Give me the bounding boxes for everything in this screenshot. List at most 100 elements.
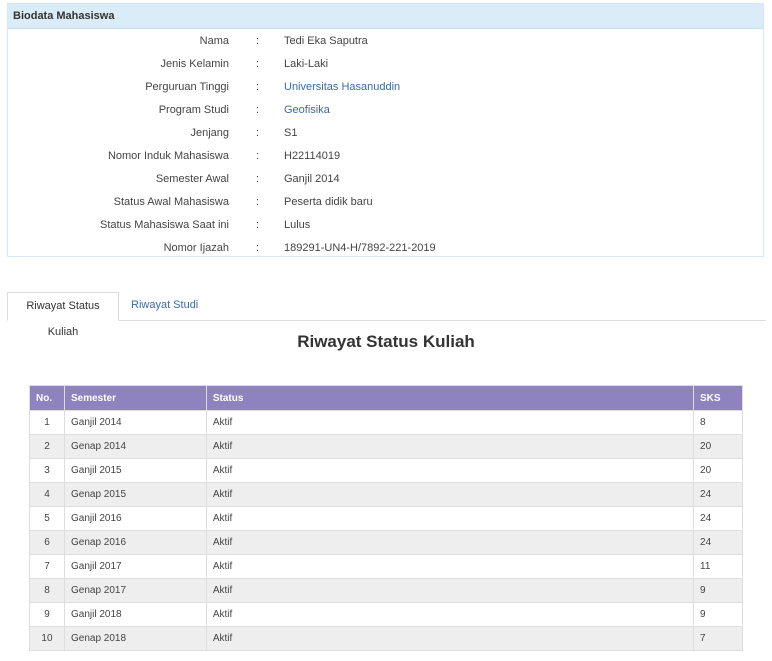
cell-semester: Ganjil 2017 — [63, 554, 207, 579]
biodata-label: Status Awal Mahasiswa — [113, 196, 229, 208]
header-no: No. — [29, 385, 65, 411]
biodata-panel: Biodata Mahasiswa Nama: Tedi Eka Saputra J… — [7, 3, 764, 257]
biodata-value: S1 — [284, 127, 298, 139]
cell-sks: 24 — [693, 482, 743, 507]
biodata-value: Laki-Laki — [284, 58, 329, 70]
cell-semester: Genap 2017 — [63, 578, 207, 603]
cell-status: Aktif — [205, 434, 695, 459]
table-row: 3 Ganjil 2015 Aktif 20 — [29, 458, 743, 483]
cell-sks: 7 — [693, 626, 743, 651]
table-row: 9 Ganjil 2018 Aktif 9 — [29, 602, 743, 627]
cell-status: Aktif — [205, 410, 695, 435]
biodata-label: Perguruan Tinggi — [145, 81, 229, 93]
biodata-label: Jenis Kelamin — [160, 58, 229, 70]
table-row: 7 Ganjil 2017 Aktif 11 — [29, 554, 743, 579]
biodata-row: Semester Awal: Ganjil 2014 — [8, 171, 763, 187]
cell-no: 9 — [29, 602, 65, 627]
biodata-row: Nomor Ijazah: 189291-UN4-H/7892-221-2019 — [8, 240, 763, 256]
biodata-value: H22114019 — [284, 150, 341, 162]
biodata-colon: : — [256, 242, 260, 254]
cell-semester: Ganjil 2018 — [63, 602, 207, 627]
cell-no: 5 — [29, 506, 65, 531]
biodata-row: Status Awal Mahasiswa: Peserta didik baru — [8, 194, 763, 210]
cell-no: 2 — [29, 434, 65, 459]
cell-semester: Ganjil 2016 — [63, 506, 207, 531]
biodata-value: Ganjil 2014 — [284, 173, 340, 185]
cell-no: 3 — [29, 458, 65, 483]
biodata-colon: : — [256, 58, 260, 70]
table-row: 5 Ganjil 2016 Aktif 24 — [29, 506, 743, 531]
cell-status: Aktif — [205, 554, 695, 579]
biodata-value: Lulus — [284, 219, 311, 231]
cell-no: 8 — [29, 578, 65, 603]
biodata-row: Program Studi: Geofisika — [8, 102, 763, 118]
biodata-row: Nomor Induk Mahasiswa: H22114019 — [8, 148, 763, 164]
biodata-label: Nomor Ijazah — [163, 242, 229, 254]
cell-sks: 24 — [693, 506, 743, 531]
biodata-label: Semester Awal — [155, 173, 229, 185]
table-body: 1 Ganjil 2014 Aktif 8 2 Genap 2014 Aktif 20 3 Gan… — [29, 410, 743, 651]
biodata-value: 189291-UN4-H/7892-221-2019 — [284, 242, 436, 254]
table-row: 1 Ganjil 2014 Aktif 8 — [29, 410, 743, 435]
cell-no: 6 — [29, 530, 65, 555]
cell-sks: 11 — [693, 554, 743, 579]
biodata-colon: : — [256, 173, 260, 185]
biodata-colon: : — [256, 196, 260, 208]
status-table: No. Semester Status SKS 1 Ganjil 2014 Akti… — [29, 385, 743, 651]
header-semester: Semester — [63, 385, 207, 411]
biodata-colon: : — [256, 81, 260, 93]
table-row: 2 Genap 2014 Aktif 20 — [29, 434, 743, 459]
cell-status: Aktif — [205, 506, 695, 531]
biodata-colon: : — [256, 219, 260, 231]
biodata-colon: : — [256, 127, 260, 139]
cell-semester: Genap 2015 — [63, 482, 207, 507]
cell-sks: 9 — [693, 602, 743, 627]
biodata-row: Jenis Kelamin: Laki-Laki — [8, 56, 763, 72]
cell-no: 10 — [29, 626, 65, 651]
cell-semester: Ganjil 2015 — [63, 458, 207, 483]
biodata-link[interactable]: Geofisika — [284, 102, 330, 118]
cell-no: 4 — [29, 482, 65, 507]
biodata-label: Status Mahasiswa Saat ini — [99, 219, 229, 231]
table-row: 4 Genap 2015 Aktif 24 — [29, 482, 743, 507]
biodata-row: Perguruan Tinggi: Universitas Hasanuddin — [8, 79, 763, 95]
cell-status: Aktif — [205, 458, 695, 483]
cell-no: 7 — [29, 554, 65, 579]
table-header-row: No. Semester Status SKS — [29, 385, 743, 411]
cell-sks: 20 — [693, 458, 743, 483]
cell-semester: Genap 2014 — [63, 434, 207, 459]
biodata-row: Nama: Tedi Eka Saputra — [8, 33, 763, 49]
header-status: Status — [205, 385, 695, 411]
cell-semester: Genap 2016 — [63, 530, 207, 555]
tab-riwayat-studi[interactable]: Riwayat Studi — [121, 292, 208, 320]
table-row: 10 Genap 2018 Aktif 7 — [29, 626, 743, 651]
header-sks: SKS — [693, 385, 743, 411]
cell-status: Aktif — [205, 626, 695, 651]
cell-status: Aktif — [205, 578, 695, 603]
cell-semester: Genap 2018 — [63, 626, 207, 651]
biodata-row: Status Mahasiswa Saat ini: Lulus — [8, 217, 763, 233]
cell-sks: 8 — [693, 410, 743, 435]
table-row: 6 Genap 2016 Aktif 24 — [29, 530, 743, 555]
biodata-label: Program Studi — [158, 104, 229, 116]
biodata-colon: : — [256, 104, 260, 116]
cell-status: Aktif — [205, 602, 695, 627]
biodata-label: Nomor Induk Mahasiswa — [107, 150, 229, 162]
tab-bar: Riwayat Status Kuliah Riwayat Studi — [7, 292, 766, 338]
biodata-colon: : — [256, 35, 260, 47]
biodata-row: Jenjang: S1 — [8, 125, 763, 141]
section-title: Riwayat Status Kuliah — [297, 332, 475, 351]
cell-no: 1 — [29, 410, 65, 435]
cell-semester: Ganjil 2014 — [63, 410, 207, 435]
biodata-label: Jenjang — [190, 127, 229, 139]
cell-sks: 9 — [693, 578, 743, 603]
biodata-link[interactable]: Universitas Hasanuddin — [284, 79, 400, 95]
biodata-value: Peserta didik baru — [284, 196, 373, 208]
biodata-value: Tedi Eka Saputra — [284, 35, 368, 47]
tab-riwayat-status-kuliah[interactable]: Riwayat Status Kuliah — [7, 292, 119, 338]
panel-title: Biodata Mahasiswa — [8, 4, 763, 29]
cell-sks: 20 — [693, 434, 743, 459]
biodata-label: Nama — [199, 35, 229, 47]
cell-sks: 24 — [693, 530, 743, 555]
cell-status: Aktif — [205, 482, 695, 507]
